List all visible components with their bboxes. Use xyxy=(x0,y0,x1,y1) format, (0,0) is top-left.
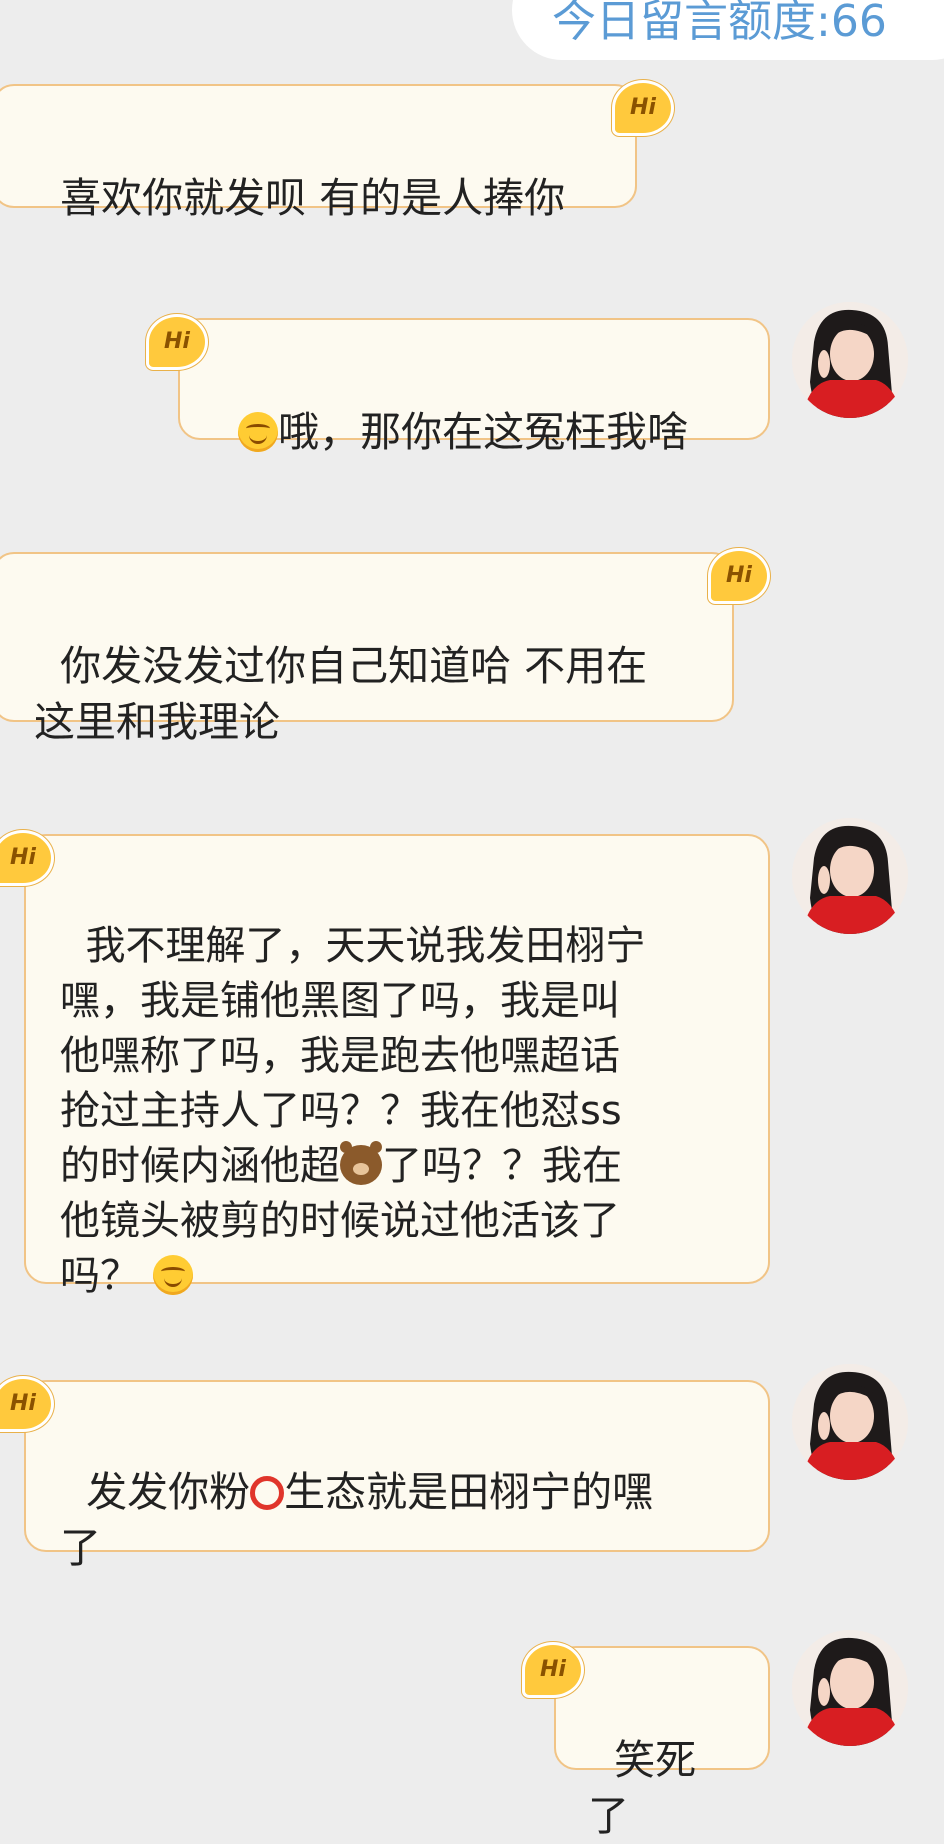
message-bubble-incoming[interactable]: 喜欢你就发呗 有的是人捧你 xyxy=(0,84,637,222)
hi-badge-icon: Hi xyxy=(146,314,208,370)
message-text: 发发你粉 xyxy=(86,1468,251,1516)
message-text: 你发没发过你自己知道哈 不用在 这里和我理论 xyxy=(34,642,648,746)
avatar-portrait-icon xyxy=(792,818,908,934)
daily-quota-text: 今日留言额度:66 xyxy=(552,0,887,47)
message-bubble-outgoing[interactable]: 发发你粉 生态就是田栩宁的嘿 了 xyxy=(24,1380,770,1572)
hi-badge-icon: Hi xyxy=(522,1642,584,1698)
avatar-portrait-icon xyxy=(792,302,908,418)
daily-quota-pill: 今日留言额度:66 xyxy=(512,0,944,60)
avatar-portrait-icon xyxy=(792,1630,908,1746)
smiling-face-icon xyxy=(152,1255,193,1295)
message-text: 喜欢你就发呗 有的是人捧你 xyxy=(60,174,566,222)
user-avatar[interactable] xyxy=(792,1630,908,1746)
message-bubble-outgoing[interactable]: 我不理解了，天天说我发田栩宁 嘿，我是铺他黑图了吗，我是叫 他嘿称了吗，我是跑去… xyxy=(24,834,770,1299)
message-bubble-outgoing[interactable]: 哦，那你在这冤枉我啥 xyxy=(178,318,770,456)
smiling-face-icon xyxy=(238,412,279,452)
message-bubble-outgoing[interactable]: 笑死了 xyxy=(554,1646,770,1840)
user-avatar[interactable] xyxy=(792,302,908,418)
message-text: 哦，那你在这冤枉我啥 xyxy=(278,408,689,456)
message-bubble-incoming[interactable]: 你发没发过你自己知道哈 不用在 这里和我理论 xyxy=(0,552,734,746)
red-circle-icon xyxy=(250,1476,285,1510)
user-avatar[interactable] xyxy=(792,1364,908,1480)
hi-badge-icon: Hi xyxy=(612,80,674,136)
bear-face-icon xyxy=(340,1141,382,1185)
hi-badge-icon: Hi xyxy=(708,548,770,604)
message-text: 笑死了 xyxy=(588,1736,697,1840)
avatar-portrait-icon xyxy=(792,1364,908,1480)
user-avatar[interactable] xyxy=(792,818,908,934)
